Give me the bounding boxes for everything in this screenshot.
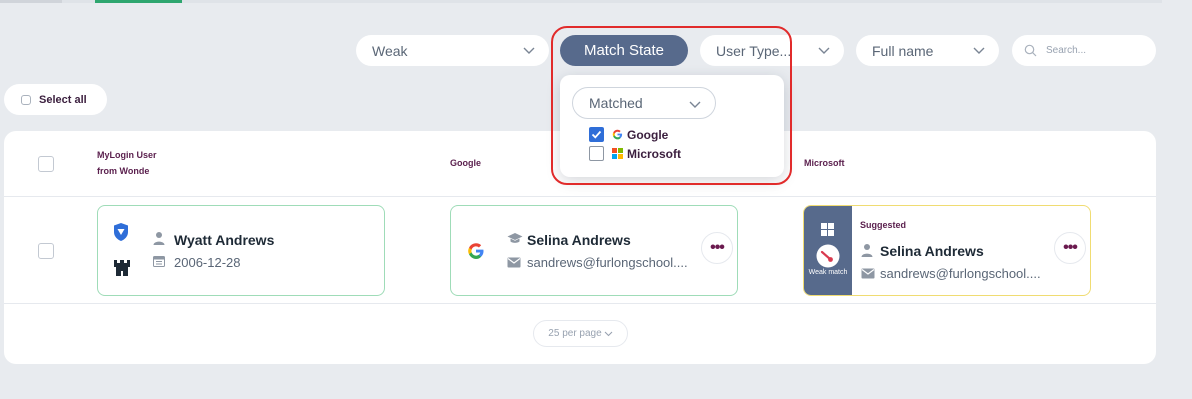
weak-match-gauge-icon xyxy=(816,244,840,268)
select-all-checkbox[interactable] xyxy=(21,94,31,105)
name-field-select[interactable]: Full name xyxy=(856,35,999,66)
name-field-value: Full name xyxy=(872,42,934,59)
person-icon xyxy=(861,244,873,257)
header-checkbox[interactable] xyxy=(38,156,54,172)
highlight-annotation xyxy=(551,26,792,185)
search-placeholder: Search... xyxy=(1046,45,1087,56)
header-divider xyxy=(4,196,1156,197)
google-logo-icon xyxy=(468,243,484,259)
match-strength-panel: Weak match xyxy=(804,206,852,295)
chevron-down-icon xyxy=(523,47,535,54)
envelope-icon xyxy=(861,268,875,279)
castle-icon xyxy=(114,260,130,276)
weak-match-label: Weak match xyxy=(808,269,848,276)
mylogin-user-name: Wyatt Andrews xyxy=(174,232,275,248)
calendar-icon xyxy=(153,256,165,267)
windows-logo-icon xyxy=(821,223,834,236)
mylogin-user-date: 2006-12-28 xyxy=(174,255,241,270)
per-page-value: 25 per page xyxy=(548,328,602,339)
microsoft-user-name: Selina Andrews xyxy=(880,243,984,259)
chevron-down-icon xyxy=(973,47,985,54)
select-all-button[interactable]: Select all xyxy=(4,84,107,115)
column-header-google: Google xyxy=(450,158,481,168)
mylogin-user-card[interactable]: Wyatt Andrews 2006-12-28 xyxy=(97,205,385,296)
strength-select-value: Weak xyxy=(372,42,408,59)
envelope-icon xyxy=(507,257,521,268)
microsoft-suggestion-card[interactable]: Weak match Suggested Selina Andrews sand… xyxy=(803,205,1091,296)
tab-indicator-left xyxy=(0,0,62,3)
row-divider xyxy=(4,303,1156,304)
tab-indicator-active[interactable] xyxy=(95,0,182,3)
column-header-mylogin-line2: from Wonde xyxy=(97,166,150,176)
select-all-label: Select all xyxy=(39,93,87,106)
shield-icon xyxy=(114,223,128,241)
google-user-email: sandrews@furlongschool.... xyxy=(527,255,688,270)
person-icon xyxy=(153,232,165,245)
strength-select[interactable]: Weak xyxy=(356,35,549,66)
google-user-card[interactable]: Selina Andrews sandrews@furlongschool...… xyxy=(450,205,738,296)
column-header-mylogin-line1: MyLogin User xyxy=(97,150,157,160)
row-checkbox[interactable] xyxy=(38,243,54,259)
column-header-mylogin: MyLogin User from Wonde xyxy=(97,147,157,179)
search-icon xyxy=(1024,44,1037,57)
chevron-down-icon xyxy=(604,331,613,337)
google-user-name: Selina Andrews xyxy=(527,232,631,248)
graduation-cap-icon xyxy=(507,233,523,243)
microsoft-more-options-button[interactable]: ••• xyxy=(1054,232,1086,264)
google-more-options-button[interactable]: ••• xyxy=(701,232,733,264)
suggested-label: Suggested xyxy=(860,220,907,230)
per-page-select[interactable]: 25 per page xyxy=(533,320,628,347)
chevron-down-icon xyxy=(818,47,830,54)
microsoft-user-email: sandrews@furlongschool.... xyxy=(880,266,1041,281)
column-header-microsoft: Microsoft xyxy=(804,158,845,168)
search-input[interactable]: Search... xyxy=(1012,35,1156,66)
